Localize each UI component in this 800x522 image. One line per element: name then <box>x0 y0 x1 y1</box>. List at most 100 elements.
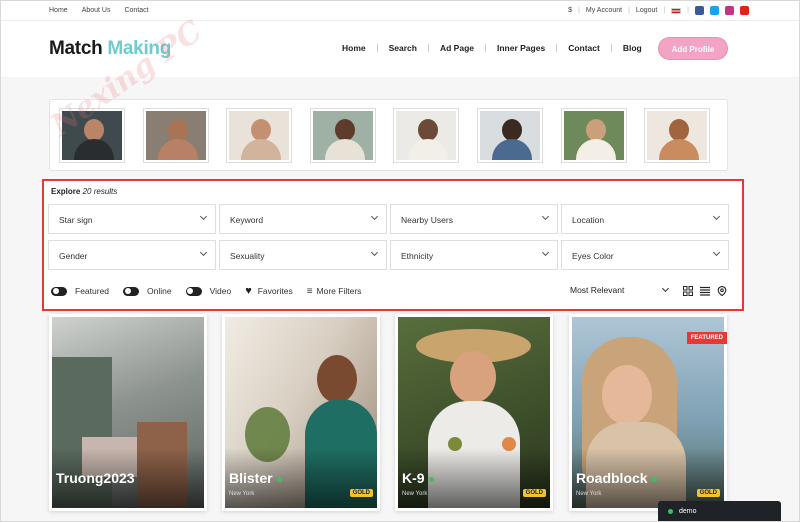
profile-thumbnail[interactable] <box>645 109 709 162</box>
star-sign-select[interactable]: Star sign <box>48 204 216 234</box>
chevron-down-icon <box>712 248 721 257</box>
eyes-color-select[interactable]: Eyes Color <box>561 240 729 270</box>
top-link-about[interactable]: About Us <box>82 7 111 14</box>
chevron-down-icon <box>199 248 208 257</box>
featured-toggle[interactable]: Featured <box>51 286 109 296</box>
top-bar: Home About Us Contact $ | My Account | L… <box>1 1 799 21</box>
profile-card[interactable]: K-9 New York GOLD <box>395 314 553 511</box>
select-label: Star sign <box>59 215 93 225</box>
currency-switch[interactable]: $ <box>568 7 572 14</box>
youtube-icon[interactable] <box>740 6 749 15</box>
video-toggle[interactable]: Video <box>185 286 232 296</box>
demo-chat-widget[interactable]: demo <box>658 501 781 521</box>
chevron-down-icon <box>541 248 550 257</box>
chevron-down-icon <box>712 212 721 221</box>
select-label: Eyes Color <box>572 251 614 261</box>
select-label: Keyword <box>230 215 264 225</box>
divider: | <box>628 7 630 14</box>
results-count: 20 results <box>82 187 118 196</box>
filter-toggles: Featured Online Video ♥ Favorites ≡ More… <box>51 285 375 297</box>
online-status-dot <box>428 476 434 482</box>
gold-badge: GOLD <box>522 489 546 497</box>
nearby-users-select[interactable]: Nearby Users <box>390 204 558 234</box>
sexuality-select[interactable]: Sexuality <box>219 240 387 270</box>
profile-thumbnail-strip <box>49 99 728 171</box>
profile-card[interactable]: Truong2023 <box>49 314 207 511</box>
filter-list-icon: ≡ <box>306 285 313 297</box>
main-nav: Home Search Ad Page Inner Pages Contact … <box>331 43 653 53</box>
featured-badge: FEATURED <box>686 332 727 344</box>
facebook-icon[interactable] <box>695 6 704 15</box>
nav-blog[interactable]: Blog <box>612 43 653 53</box>
flag-icon[interactable] <box>671 7 682 14</box>
grid-view-icon[interactable] <box>683 286 693 296</box>
location-select[interactable]: Location <box>561 204 729 234</box>
profile-thumbnail[interactable] <box>562 109 626 162</box>
profile-name[interactable]: Truong2023 <box>56 470 135 486</box>
chevron-down-icon <box>370 212 379 221</box>
nav-home[interactable]: Home <box>331 43 377 53</box>
sort-select[interactable]: Most Relevant <box>570 284 672 295</box>
profile-location: New York <box>576 491 602 497</box>
results-summary: Explore 20 results <box>51 187 117 196</box>
top-link-home[interactable]: Home <box>49 7 68 14</box>
select-label: Sexuality <box>230 251 265 261</box>
profile-thumbnail[interactable] <box>394 109 458 162</box>
explore-label: Explore <box>51 187 81 196</box>
online-status-dot <box>276 476 282 482</box>
nav-contact[interactable]: Contact <box>557 43 611 53</box>
ethnicity-select[interactable]: Ethnicity <box>390 240 558 270</box>
twitter-icon[interactable] <box>710 6 719 15</box>
profile-card[interactable]: Blister New York GOLD <box>222 314 380 511</box>
gold-badge: GOLD <box>696 489 720 497</box>
chevron-down-icon <box>541 212 550 221</box>
favorites-filter[interactable]: ♥ Favorites <box>245 285 293 297</box>
logout-link[interactable]: Logout <box>636 7 657 14</box>
divider: | <box>687 7 689 14</box>
more-filters-label: More Filters <box>316 286 362 296</box>
browser-frame: Home About Us Contact $ | My Account | L… <box>0 0 800 522</box>
heart-icon: ♥ <box>245 285 252 297</box>
list-view-icon[interactable] <box>700 286 710 296</box>
toggle-label: Online <box>147 286 172 296</box>
profile-thumbnail[interactable] <box>311 109 375 162</box>
divider: | <box>663 7 666 14</box>
more-filters-button[interactable]: ≡ More Filters <box>307 286 362 297</box>
favorites-label: Favorites <box>257 286 293 296</box>
profile-thumbnail[interactable] <box>478 109 542 162</box>
gender-select[interactable]: Gender <box>48 240 216 270</box>
keyword-select[interactable]: Keyword <box>219 204 387 234</box>
demo-label: demo <box>679 508 697 515</box>
toggle-switch-icon[interactable] <box>185 286 202 296</box>
my-account-link[interactable]: My Account <box>586 7 622 14</box>
profile-thumbnail[interactable] <box>227 109 291 162</box>
select-label: Nearby Users <box>401 215 453 225</box>
divider: | <box>578 7 580 14</box>
nav-ad-page[interactable]: Ad Page <box>429 43 485 53</box>
search-filters-panel: Explore 20 results Star sign Keyword Nea… <box>42 179 744 311</box>
profile-name[interactable]: K-9 <box>402 470 434 486</box>
gold-badge: GOLD <box>349 489 373 497</box>
nav-search[interactable]: Search <box>378 43 428 53</box>
toggle-label: Video <box>209 286 232 296</box>
instagram-icon[interactable] <box>725 6 734 15</box>
profile-name[interactable]: Blister <box>229 470 282 486</box>
online-toggle[interactable]: Online <box>123 286 172 296</box>
select-label: Ethnicity <box>401 251 434 261</box>
chevron-down-icon <box>370 248 379 257</box>
nav-inner-pages[interactable]: Inner Pages <box>486 43 556 53</box>
toggle-switch-icon[interactable] <box>51 286 67 296</box>
chevron-down-icon <box>199 212 208 221</box>
profile-name[interactable]: Roadblock <box>576 470 657 486</box>
select-label: Location <box>572 215 605 225</box>
top-link-contact[interactable]: Contact <box>124 7 148 14</box>
toggle-switch-icon[interactable] <box>123 286 140 296</box>
online-status-dot <box>651 476 657 482</box>
map-pin-icon[interactable] <box>717 286 727 296</box>
add-profile-button[interactable]: Add Profile <box>658 37 728 60</box>
profile-location: New York <box>229 491 255 497</box>
profile-location: New York <box>402 491 428 497</box>
logo-text-dark: Match <box>49 38 103 59</box>
profile-thumbnail[interactable] <box>144 109 208 162</box>
profile-card[interactable]: FEATURED Roadblock New York GOLD <box>569 314 727 511</box>
